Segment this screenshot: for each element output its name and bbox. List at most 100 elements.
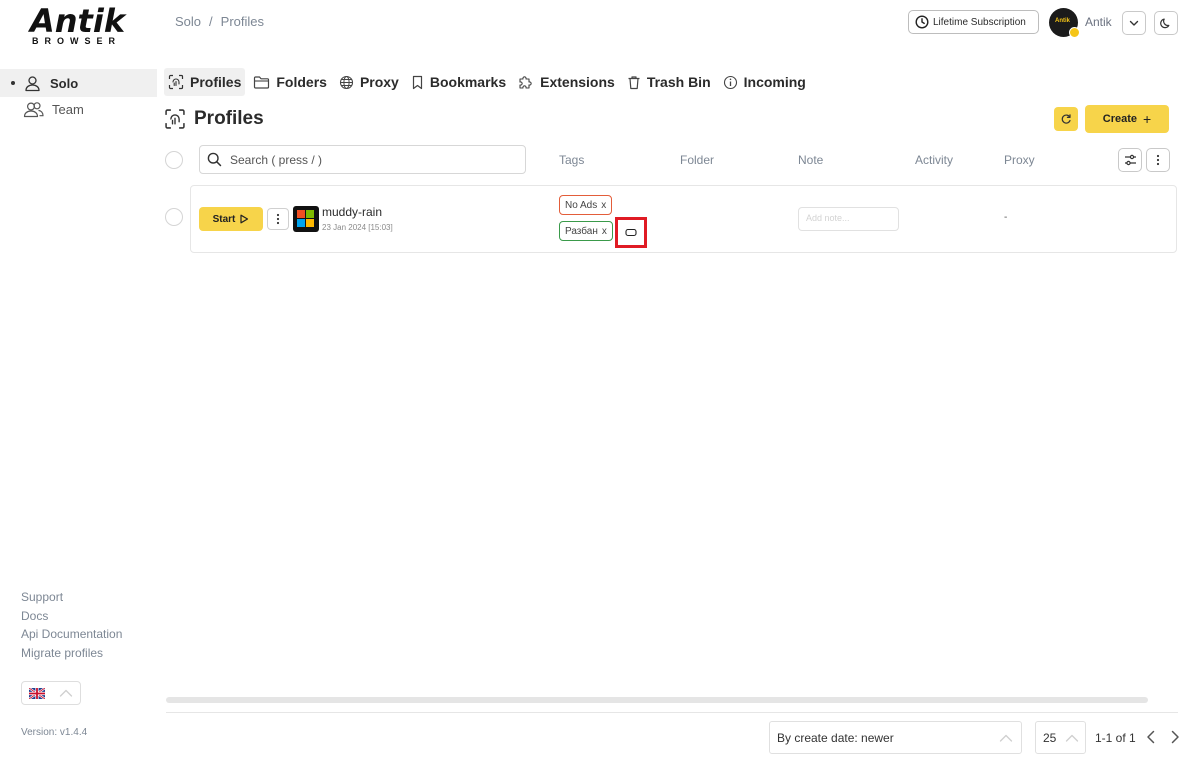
breadcrumb-current: Profiles [220, 14, 265, 29]
info-icon [723, 75, 737, 89]
column-header-folder[interactable]: Folder [680, 153, 714, 167]
note-input[interactable]: Add note... [798, 207, 899, 231]
version-label: Version: v1.4.4 [21, 727, 88, 738]
active-indicator [11, 81, 15, 85]
migrate-profiles-link[interactable]: Migrate profiles [21, 644, 122, 663]
tab-label: Incoming [743, 74, 806, 90]
breadcrumb-root[interactable]: Solo [175, 14, 201, 29]
sort-select[interactable]: By create date: newer [769, 721, 1022, 754]
sidebar-item-label: Solo [50, 75, 79, 91]
breadcrumb: Solo / Profiles [175, 14, 264, 29]
start-label: Start [212, 213, 236, 225]
avatar-text: Antik [1055, 18, 1070, 24]
sort-value: By create date: newer [777, 730, 894, 745]
tab-label: Proxy [359, 74, 399, 90]
search-input[interactable]: Search ( press / ) [199, 145, 526, 174]
sidebar-item-label: Team [52, 102, 84, 117]
antik-logo[interactable]: Antik BROWSER [30, 5, 126, 47]
tag-label: Разбан [565, 225, 598, 237]
globe-icon [339, 75, 353, 89]
refresh-button[interactable] [1054, 107, 1078, 131]
tag-label: No Ads [565, 199, 598, 211]
tab-label: Bookmarks [429, 74, 507, 90]
uk-flag-icon [29, 687, 45, 699]
lifetime-subscription-label: Lifetime Subscription [933, 16, 1026, 28]
docs-link[interactable]: Docs [21, 607, 122, 626]
table-row [190, 185, 1177, 253]
avatar[interactable]: Antik [1049, 8, 1080, 38]
logo-wordmark: Antik [30, 2, 126, 40]
table-more-button[interactable] [1146, 148, 1170, 172]
sidebar-item-solo[interactable]: Solo [0, 69, 157, 97]
next-page-button[interactable] [1169, 730, 1181, 744]
tag-remove-icon[interactable]: x [601, 200, 606, 211]
column-header-tags[interactable]: Tags [559, 153, 584, 167]
pagination-range: 1-1 of 1 [1095, 731, 1136, 745]
account-dropdown-button[interactable] [1122, 11, 1146, 35]
per-page-select[interactable]: 25 [1035, 721, 1086, 754]
breadcrumb-separator: / [209, 14, 213, 29]
page-title-text: Profiles [194, 108, 264, 129]
kebab-menu-icon [276, 213, 280, 225]
search-icon [207, 152, 222, 167]
api-documentation-link[interactable]: Api Documentation [21, 625, 122, 644]
tab-proxy[interactable]: Proxy [335, 68, 403, 96]
profile-name[interactable]: muddy-rain [322, 205, 382, 219]
tab-profiles[interactable]: Profiles [164, 68, 246, 96]
tab-incoming[interactable]: Incoming [719, 68, 810, 96]
chevron-up-icon [1065, 734, 1079, 742]
divider [166, 712, 1178, 713]
tab-bookmarks[interactable]: Bookmarks [407, 68, 510, 96]
play-icon [240, 214, 249, 224]
per-page-value: 25 [1043, 730, 1057, 745]
search-placeholder: Search ( press / ) [230, 152, 323, 167]
chevron-up-icon [999, 734, 1013, 742]
fingerprint-icon [168, 74, 184, 90]
create-label: Create [1102, 113, 1138, 125]
bookmark-icon [412, 75, 422, 89]
refresh-icon [1061, 114, 1071, 124]
create-profile-button[interactable]: Create + [1085, 105, 1169, 133]
column-header-proxy[interactable]: Proxy [1004, 153, 1035, 167]
previous-page-button[interactable] [1145, 730, 1157, 744]
sidebar-item-team[interactable]: Team [22, 101, 84, 118]
chevron-up-icon [59, 689, 73, 697]
page-title: Profiles [164, 108, 264, 130]
tab-extensions[interactable]: Extensions [514, 68, 619, 96]
clock-icon [915, 15, 929, 29]
tab-label: Folders [276, 74, 327, 90]
language-selector[interactable] [21, 681, 81, 705]
chevron-left-icon [1147, 730, 1155, 744]
folder-icon [254, 75, 270, 89]
tag-no-ads[interactable]: No Ads x [559, 195, 613, 215]
theme-toggle-button[interactable] [1154, 11, 1178, 35]
chevron-right-icon [1171, 730, 1179, 744]
chevron-down-icon [1129, 20, 1139, 26]
users-icon [23, 102, 44, 118]
profile-menu-button[interactable] [267, 208, 289, 230]
tab-folders[interactable]: Folders [249, 68, 331, 96]
column-header-activity[interactable]: Activity [915, 153, 953, 167]
sliders-icon [1124, 154, 1136, 166]
lifetime-subscription-button[interactable]: Lifetime Subscription [908, 10, 1039, 34]
tag-remove-icon[interactable]: x [602, 226, 607, 237]
column-settings-button[interactable] [1118, 148, 1142, 172]
windows-icon [293, 206, 319, 232]
add-tag-button[interactable] [615, 217, 647, 248]
footer-links: Support Docs Api Documentation Migrate p… [21, 588, 122, 662]
horizontal-scrollbar[interactable] [166, 697, 1148, 703]
trash-icon [628, 75, 640, 89]
select-all-checkbox[interactable] [165, 151, 183, 169]
tab-trash-bin[interactable]: Trash Bin [623, 68, 715, 96]
fingerprint-icon [165, 109, 185, 129]
username: Antik [1085, 15, 1112, 29]
tag-icon [625, 228, 637, 237]
start-button[interactable]: Start [199, 207, 263, 231]
proxy-value: - [1004, 212, 1008, 223]
support-link[interactable]: Support [21, 588, 122, 607]
row-checkbox[interactable] [165, 208, 183, 226]
column-header-note[interactable]: Note [798, 153, 823, 167]
profile-created-date: 23 Jan 2024 [15:03] [322, 223, 393, 232]
tag-razban[interactable]: Разбан x [559, 221, 613, 241]
tab-label: Extensions [540, 74, 615, 90]
